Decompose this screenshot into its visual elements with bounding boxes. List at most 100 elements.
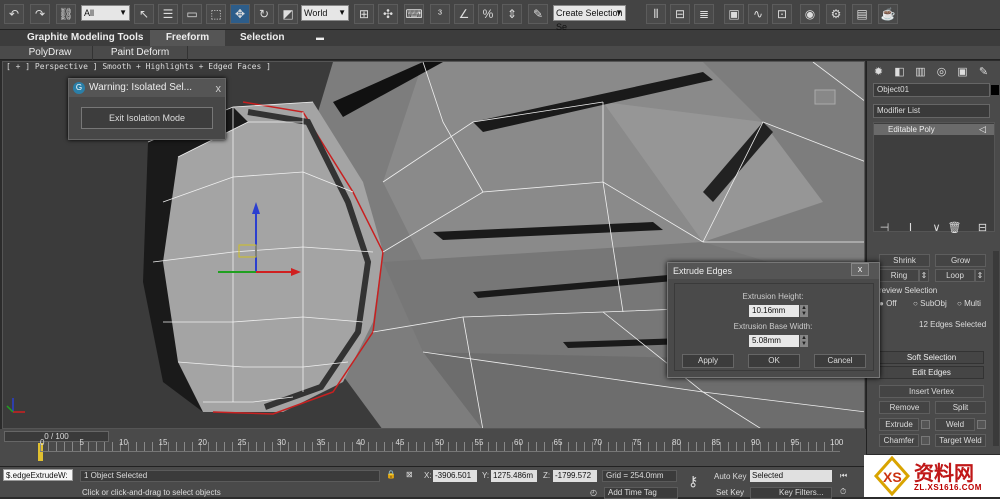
- modify-tab-icon[interactable]: ◧: [892, 65, 907, 80]
- use-pivot-icon[interactable]: ⊞: [354, 4, 374, 24]
- select-link-icon[interactable]: ⛓: [56, 4, 76, 24]
- percent-snap-icon[interactable]: %: [478, 4, 498, 24]
- snap-3d-icon[interactable]: ³: [430, 4, 450, 24]
- stack-item-editable-poly[interactable]: Editable Poly: [874, 124, 994, 135]
- grow-button[interactable]: Grow: [935, 254, 986, 267]
- y-coordinate-field[interactable]: 1275.486m: [491, 470, 537, 482]
- select-by-name-icon[interactable]: ☰: [158, 4, 178, 24]
- pin-icon[interactable]: ◁: [979, 124, 986, 135]
- z-coordinate-field[interactable]: -1799.572: [553, 470, 597, 482]
- align-icon[interactable]: ⊟: [670, 4, 690, 24]
- preview-multi-radio[interactable]: ○ Multi: [957, 299, 981, 308]
- x-coordinate-field[interactable]: -3906.501: [433, 470, 477, 482]
- hierarchy-tab-icon[interactable]: ▥: [913, 65, 928, 80]
- move-icon[interactable]: ✥: [230, 4, 250, 24]
- close-button[interactable]: x: [851, 263, 869, 276]
- modifier-list-dropdown[interactable]: Modifier List: [873, 104, 990, 118]
- motion-tab-icon[interactable]: ◎: [934, 65, 949, 80]
- time-config-icon[interactable]: ⏱: [840, 487, 846, 497]
- angle-snap-icon[interactable]: ∠: [454, 4, 474, 24]
- set-key-button[interactable]: Set Key: [716, 488, 744, 497]
- paint-deform-panel[interactable]: Paint Deform: [93, 46, 188, 60]
- render-icon[interactable]: ☕: [878, 4, 898, 24]
- split-button[interactable]: Split: [935, 401, 986, 414]
- polydraw-panel[interactable]: PolyDraw: [8, 46, 93, 60]
- extrude-button[interactable]: Extrude: [879, 418, 919, 431]
- undo-icon[interactable]: ↶: [4, 4, 24, 24]
- select-icon[interactable]: ↖: [134, 4, 154, 24]
- object-color-swatch[interactable]: [991, 85, 999, 95]
- coord-system-dropdown[interactable]: World ▼: [301, 5, 349, 21]
- rotate-icon[interactable]: ↻: [254, 4, 274, 24]
- redo-icon[interactable]: ↷: [30, 4, 50, 24]
- mirror-icon[interactable]: ⫴: [646, 4, 666, 24]
- tab-freeform[interactable]: Freeform: [150, 30, 225, 46]
- extrude-settings-icon[interactable]: [921, 420, 930, 429]
- viewport-label[interactable]: [ + ] Perspective ] Smooth + Highlights …: [6, 62, 271, 71]
- extrusion-base-width-spinner[interactable]: 5.08mm ▲ ▼: [749, 335, 808, 347]
- lock-selection-icon[interactable]: 🔒: [386, 470, 396, 479]
- exit-isolation-button[interactable]: Exit Isolation Mode: [81, 107, 213, 129]
- utilities-tab-icon[interactable]: ✎: [976, 65, 991, 80]
- close-icon[interactable]: x: [216, 80, 222, 98]
- select-manipulate-icon[interactable]: ✣: [378, 4, 398, 24]
- material-editor-icon[interactable]: ◉: [800, 4, 820, 24]
- spinner-arrows-icon[interactable]: ▲ ▼: [800, 305, 808, 317]
- window-crossing-icon[interactable]: ⬚: [206, 4, 226, 24]
- make-unique-icon[interactable]: ∨: [929, 221, 944, 236]
- soft-selection-rollout[interactable]: Soft Selection: [879, 351, 984, 364]
- weld-button[interactable]: Weld: [935, 418, 975, 431]
- ribbon-collapse-icon[interactable]: ▬: [316, 30, 324, 46]
- ok-button[interactable]: OK: [748, 354, 800, 368]
- named-selection-dropdown[interactable]: Create Selection Se ▼: [553, 5, 626, 32]
- pin-stack-icon[interactable]: ⊣: [877, 221, 892, 236]
- shrink-button[interactable]: Shrink: [879, 254, 930, 267]
- chamfer-settings-icon[interactable]: [921, 436, 930, 445]
- create-tab-icon[interactable]: ✹: [871, 65, 886, 80]
- show-end-result-icon[interactable]: Ⅰ: [903, 221, 918, 236]
- render-setup-icon[interactable]: ⚙: [826, 4, 846, 24]
- selection-filter-dropdown[interactable]: All ▼: [81, 5, 130, 21]
- time-tag-icon[interactable]: ◴: [590, 488, 597, 497]
- go-to-start-icon[interactable]: ⏮: [840, 471, 847, 481]
- preview-subobj-radio[interactable]: ○ SubObj: [913, 299, 947, 308]
- rect-region-icon[interactable]: ▭: [182, 4, 202, 24]
- keyboard-shortcut-icon[interactable]: ⌨: [404, 4, 424, 24]
- insert-vertex-button[interactable]: Insert Vertex: [879, 385, 984, 398]
- schematic-icon[interactable]: ⊡: [772, 4, 792, 24]
- target-weld-button[interactable]: Target Weld: [935, 434, 986, 447]
- command-panel-scrollbar[interactable]: [993, 251, 999, 446]
- edit-named-sel-icon[interactable]: ✎: [528, 4, 548, 24]
- add-time-tag-button[interactable]: Add Time Tag: [604, 487, 678, 499]
- absolute-mode-icon[interactable]: ⊠: [406, 470, 413, 479]
- apply-button[interactable]: Apply: [682, 354, 734, 368]
- extrusion-height-spinner[interactable]: 10.16mm ▲ ▼: [749, 305, 808, 317]
- key-icon[interactable]: ⚷: [688, 473, 698, 490]
- key-filters-button[interactable]: Key Filters...: [750, 487, 832, 499]
- tab-graphite-modeling-tools[interactable]: Graphite Modeling Tools: [27, 30, 143, 46]
- configure-sets-icon[interactable]: ⊟: [975, 221, 990, 236]
- loop-button[interactable]: Loop: [935, 269, 975, 282]
- tab-selection[interactable]: Selection: [240, 30, 284, 46]
- auto-key-button[interactable]: Auto Key: [714, 472, 746, 481]
- spinner-arrows-icon[interactable]: ▲ ▼: [800, 335, 808, 347]
- ring-spinner[interactable]: ⇕: [919, 269, 929, 282]
- object-name-field[interactable]: Object01: [873, 83, 990, 97]
- loop-spinner[interactable]: ⇕: [975, 269, 985, 282]
- layer-manager-icon[interactable]: ≣: [694, 4, 714, 24]
- scale-icon[interactable]: ◩: [278, 4, 298, 24]
- ring-button[interactable]: Ring: [879, 269, 919, 282]
- render-frame-icon[interactable]: ▤: [852, 4, 872, 24]
- graphite-icon[interactable]: ▣: [724, 4, 744, 24]
- spinner-snap-icon[interactable]: ⇕: [502, 4, 522, 24]
- curve-editor-icon[interactable]: ∿: [748, 4, 768, 24]
- display-tab-icon[interactable]: ▣: [955, 65, 970, 80]
- key-mode-dropdown[interactable]: Selected: [750, 470, 832, 482]
- maxscript-listener-field[interactable]: $.edgeExtrudeW:: [3, 469, 73, 481]
- remove-button[interactable]: Remove: [879, 401, 930, 414]
- cancel-button[interactable]: Cancel: [814, 354, 866, 368]
- preview-off-radio[interactable]: ● Off: [879, 299, 897, 308]
- edit-edges-rollout[interactable]: Edit Edges: [879, 366, 984, 379]
- weld-settings-icon[interactable]: [977, 420, 986, 429]
- remove-modifier-icon[interactable]: 🗑: [947, 221, 962, 236]
